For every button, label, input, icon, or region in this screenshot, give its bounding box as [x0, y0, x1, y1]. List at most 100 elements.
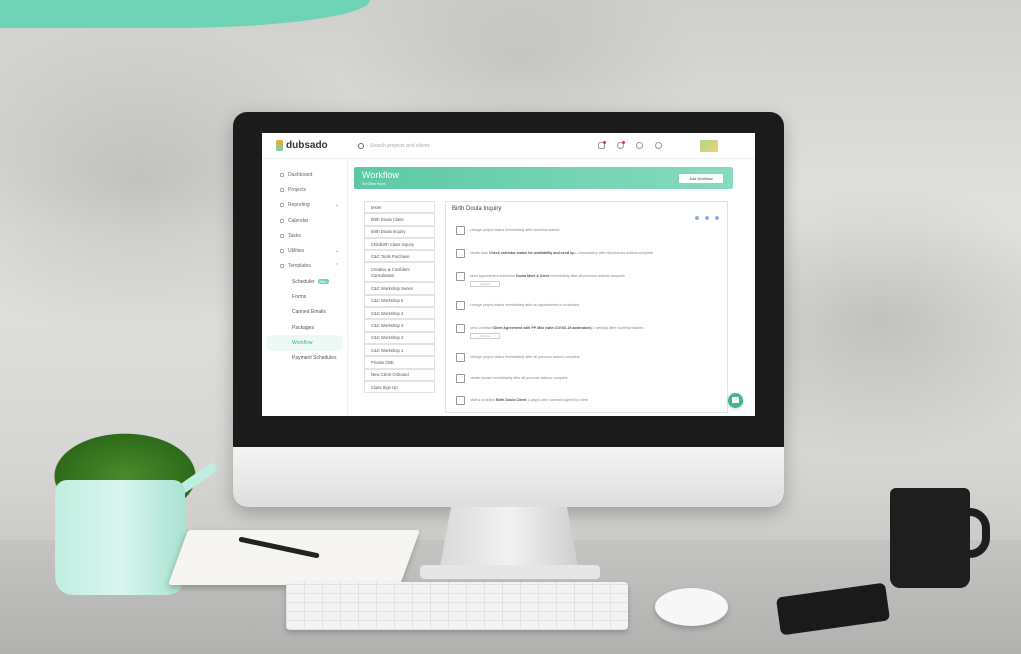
dashboard-icon	[280, 172, 284, 177]
help-icon[interactable]	[655, 142, 662, 149]
top-icons	[598, 141, 662, 149]
watering-can-pot	[55, 480, 185, 595]
projects-icon	[280, 187, 284, 192]
mouse	[655, 588, 728, 626]
avatar[interactable]	[700, 139, 718, 152]
office-hours-link[interactable]: Set Office Hours	[362, 182, 385, 186]
step-text-bold: Birth Doula Client	[495, 398, 527, 402]
logo-mark-icon	[276, 140, 283, 151]
list-item[interactable]: C&C Workshop Series	[364, 282, 435, 295]
step-text-pre: send contract	[470, 326, 493, 330]
sidebar-item-utilities[interactable]: Utilities ⌄	[262, 243, 347, 258]
step-checkbox[interactable]	[456, 301, 465, 310]
inbox-icon[interactable]	[598, 141, 606, 149]
edit-icon[interactable]	[695, 216, 699, 220]
sidebar-subitem-forms[interactable]: Forms	[262, 289, 347, 304]
list-item[interactable]: C&C Workshop 4	[364, 307, 435, 320]
calendar-icon	[280, 218, 284, 223]
step-checkbox[interactable]	[456, 374, 465, 383]
gear-icon[interactable]	[636, 142, 643, 149]
workflow-step: send contract Client Agreement with PP M…	[456, 324, 643, 339]
sidebar-item-label: Canned Emails	[292, 309, 326, 316]
logo-text: dubsado	[286, 140, 328, 151]
sidebar-item-reporting[interactable]: Reporting ⌄	[262, 198, 347, 213]
sidebar-subitem-workflow[interactable]: Workflow	[266, 335, 343, 351]
copy-icon[interactable]	[705, 216, 709, 220]
step-text-pre: change project status immediately after …	[470, 355, 580, 359]
step-text-post: 1 day(s) after contract signed by client	[526, 398, 589, 402]
step-checkbox[interactable]	[456, 249, 465, 258]
step-text-bold: Client Agreement with PP Mini (with COVI…	[492, 326, 592, 330]
approve-button[interactable]: Approve	[470, 281, 500, 287]
tasks-icon	[280, 233, 284, 238]
list-item[interactable]: Birth Doula Client	[364, 213, 435, 226]
sidebar-item-label: Payment Schedules	[292, 355, 337, 362]
step-text-bold: Check calendar status for availability a…	[488, 251, 578, 255]
sidebar-item-dashboard[interactable]: Dashboard	[262, 167, 347, 182]
sidebar-item-label: Packages	[292, 324, 314, 331]
sidebar-item-tasks[interactable]: Tasks	[262, 228, 347, 243]
sidebar-subitem-payment-schedules[interactable]: Payment Schedules	[262, 351, 347, 366]
workflow-step: change project status immediately after …	[456, 226, 559, 235]
sidebar-item-label: Calendar	[288, 217, 309, 224]
sidebar-item-projects[interactable]: Projects	[262, 182, 347, 197]
sidebar-item-label: Scheduler	[292, 278, 315, 285]
step-text-pre: create invoice immediately after all pre…	[470, 376, 568, 380]
monitor-chin	[233, 447, 784, 507]
sidebar-subitem-packages[interactable]: Packages	[262, 320, 347, 335]
step-checkbox[interactable]	[456, 324, 465, 333]
sidebar-subitem-canned-emails[interactable]: Canned Emails	[262, 305, 347, 320]
chevron-down-icon: ⌄	[334, 202, 339, 209]
search-input[interactable]: Search projects and clients	[370, 143, 430, 149]
step-text: create todo Check calendar status for av…	[470, 249, 653, 255]
step-text-pre: change project status immediately after …	[470, 228, 560, 232]
list-item[interactable]: Birth Doula Inquiry	[364, 225, 435, 238]
list-item[interactable]: Class Sign Up	[364, 380, 435, 394]
sidebar-item-label: Reporting	[288, 202, 310, 209]
list-item[interactable]: Private CBE	[364, 356, 435, 369]
top-bar: dubsado Search projects and clients	[262, 133, 755, 159]
list-item[interactable]: tester	[364, 201, 435, 214]
chat-button[interactable]	[728, 393, 743, 408]
sidebar-item-templates[interactable]: Templates ⌃	[262, 259, 347, 274]
app-logo[interactable]: dubsado	[276, 140, 346, 151]
list-item[interactable]: New Client Onboard	[364, 368, 435, 381]
sidebar-item-label: Dashboard	[288, 171, 313, 178]
step-checkbox[interactable]	[456, 272, 465, 281]
list-item[interactable]: C&C Workshop 1	[364, 343, 435, 357]
step-text-pre: change project status immediately after …	[470, 303, 580, 307]
sidebar-item-calendar[interactable]: Calendar	[262, 213, 347, 228]
notification-dot	[603, 141, 606, 144]
reporting-icon	[280, 203, 284, 208]
approve-button[interactable]: Approve	[470, 333, 500, 339]
search-icon	[358, 142, 364, 149]
mug	[890, 488, 970, 588]
search-bar[interactable]: Search projects and clients	[358, 142, 568, 149]
detail-actions	[695, 216, 719, 220]
step-text: change project status immediately after …	[470, 301, 579, 307]
step-checkbox[interactable]	[456, 353, 465, 362]
list-item[interactable]: C&C Workshop 3	[364, 319, 435, 332]
trash-icon[interactable]	[715, 216, 719, 220]
sidebar-item-label: Templates	[288, 263, 311, 270]
list-item[interactable]: Childbirth Class Inquiry	[364, 237, 435, 251]
bell-icon[interactable]	[617, 141, 625, 149]
step-text: start a workflow Birth Doula Client 1 da…	[470, 396, 588, 402]
list-item[interactable]: Creative & Confident Consultation	[364, 262, 435, 283]
sidebar-subitem-scheduler[interactable]: Scheduler New	[262, 274, 347, 289]
step-checkbox[interactable]	[456, 226, 465, 235]
step-checkbox[interactable]	[456, 396, 465, 405]
step-text-post: immediately after all previous actions c…	[549, 274, 625, 278]
page-title: Workflow	[362, 170, 399, 180]
list-item[interactable]: C&C Workshop 2	[364, 331, 435, 344]
list-item[interactable]: C&C Workshop 5	[364, 294, 435, 308]
sidebar-item-label: Forms	[292, 294, 307, 301]
step-text-pre: create todo	[470, 251, 489, 255]
list-item[interactable]: C&C Tools Purchase	[364, 250, 435, 263]
workflow-step: create invoice immediately after all pre…	[456, 374, 568, 383]
new-badge: New	[317, 279, 329, 285]
add-workflow-button[interactable]: Add Workflow	[679, 174, 723, 183]
utilities-icon	[280, 249, 284, 254]
step-text: send contract Client Agreement with PP M…	[470, 324, 643, 339]
monitor-stand	[440, 507, 578, 567]
